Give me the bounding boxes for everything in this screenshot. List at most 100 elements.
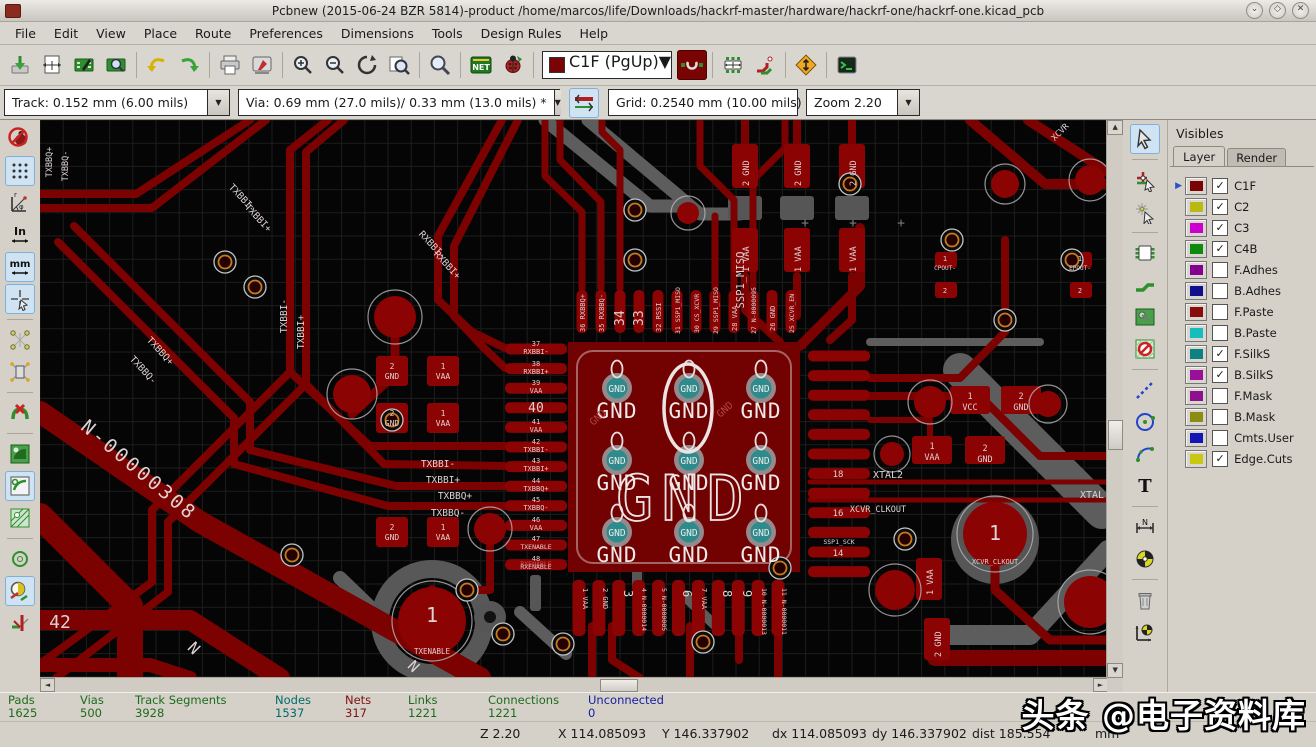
- tab-layer[interactable]: Layer: [1173, 146, 1226, 166]
- layer-row-f-silks[interactable]: ✓ F.SilkS: [1170, 343, 1314, 364]
- layer-visibility-checkbox[interactable]: [1212, 408, 1229, 425]
- tool-undo-icon[interactable]: [142, 50, 172, 80]
- layer-visibility-checkbox[interactable]: ✓: [1212, 240, 1229, 257]
- tool-add-zone-icon[interactable]: [1130, 302, 1160, 332]
- tool-set-origin-icon[interactable]: [1130, 617, 1160, 647]
- layer-visibility-checkbox[interactable]: [1212, 324, 1229, 341]
- via-size-select[interactable]: Via: 0.69 mm (27.0 mils)/ 0.33 mm (13.0 …: [238, 89, 561, 116]
- tool-highlight-net-icon[interactable]: [1130, 165, 1160, 195]
- tool-add-circle-icon[interactable]: [1130, 407, 1160, 437]
- tool-print-icon[interactable]: [215, 50, 245, 80]
- auto-track-width-button[interactable]: [569, 87, 599, 118]
- layer-visibility-checkbox[interactable]: ✓: [1212, 450, 1229, 467]
- layer-row-b-mask[interactable]: B.Mask: [1170, 406, 1314, 427]
- vertical-scrollbar[interactable]: ▲ ▼: [1106, 120, 1124, 678]
- layer-color-swatch[interactable]: [1185, 218, 1208, 237]
- layer-color-swatch[interactable]: [1185, 365, 1208, 384]
- tool-high-contrast-icon[interactable]: [4, 576, 35, 606]
- menu-item-edit[interactable]: Edit: [45, 24, 87, 43]
- vscroll-thumb[interactable]: [1108, 420, 1124, 450]
- maximize-button[interactable]: ◇: [1269, 2, 1286, 19]
- scroll-left-icon[interactable]: ◄: [39, 678, 55, 692]
- menu-item-preferences[interactable]: Preferences: [240, 24, 332, 43]
- tool-auto-delete-track-icon[interactable]: [5, 398, 35, 428]
- tool-grid-visibility-icon[interactable]: [4, 156, 35, 186]
- tool-delete-item-icon[interactable]: [1130, 585, 1160, 615]
- chevron-down-icon[interactable]: ▼: [659, 52, 671, 78]
- chevron-down-icon[interactable]: ▼: [897, 90, 919, 115]
- tool-redo-icon[interactable]: [174, 50, 204, 80]
- layer-color-swatch[interactable]: [1185, 323, 1208, 342]
- tool-add-track-icon[interactable]: [1130, 270, 1160, 300]
- tool-find-icon[interactable]: [425, 50, 455, 80]
- layer-color-swatch[interactable]: [1185, 386, 1208, 405]
- layer-color-swatch[interactable]: [1185, 344, 1208, 363]
- layer-color-swatch[interactable]: [1185, 281, 1208, 300]
- tool-add-graphic-line-icon[interactable]: [1130, 375, 1160, 405]
- tool-footprint-mode-icon[interactable]: [718, 50, 748, 80]
- menu-item-design-rules[interactable]: Design Rules: [472, 24, 571, 43]
- layer-row-b-silks[interactable]: ✓ B.SilkS: [1170, 364, 1314, 385]
- tool-microwave-tools-icon[interactable]: [791, 50, 821, 80]
- layer-row-cmts-user[interactable]: Cmts.User: [1170, 427, 1314, 448]
- layer-color-swatch[interactable]: [1185, 449, 1208, 468]
- layer-visibility-checkbox[interactable]: [1212, 303, 1229, 320]
- layer-visibility-checkbox[interactable]: ✓: [1212, 366, 1229, 383]
- tool-add-footprint-icon[interactable]: [1130, 238, 1160, 268]
- tab-render[interactable]: Render: [1227, 148, 1287, 166]
- tool-route-edit-icon[interactable]: [5, 608, 35, 638]
- tool-pads-sketch-icon[interactable]: [5, 544, 35, 574]
- menu-item-tools[interactable]: Tools: [423, 24, 472, 43]
- tool-drc-off-icon[interactable]: [5, 124, 35, 154]
- tool-units-inch-icon[interactable]: In: [5, 220, 35, 250]
- zoom-select[interactable]: Zoom 2.20 ▼: [806, 89, 920, 116]
- tool-module-editor-icon[interactable]: [69, 50, 99, 80]
- tool-zoom-fit-icon[interactable]: [384, 50, 414, 80]
- tool-page-settings-icon[interactable]: [37, 50, 67, 80]
- tool-ratsnest-visibility-icon[interactable]: [5, 325, 35, 355]
- tool-zones-no-fill-icon[interactable]: [5, 503, 35, 533]
- tool-zoom-in-icon[interactable]: [288, 50, 318, 80]
- menu-item-file[interactable]: File: [6, 24, 45, 43]
- tool-add-text-icon[interactable]: T: [1130, 471, 1160, 501]
- tool-track-mode-icon[interactable]: [750, 50, 780, 80]
- layer-visibility-checkbox[interactable]: ✓: [1212, 198, 1229, 215]
- menu-item-route[interactable]: Route: [186, 24, 240, 43]
- menu-item-dimensions[interactable]: Dimensions: [332, 24, 423, 43]
- layer-color-swatch[interactable]: [1185, 302, 1208, 321]
- layer-row-c3[interactable]: ✓ C3: [1170, 217, 1314, 238]
- layer-visibility-checkbox[interactable]: ✓: [1212, 177, 1229, 194]
- menu-item-help[interactable]: Help: [571, 24, 618, 43]
- tool-add-dimension-icon[interactable]: N: [1130, 512, 1160, 542]
- layer-row-b-paste[interactable]: B.Paste: [1170, 322, 1314, 343]
- layer-row-f-adhes[interactable]: F.Adhes: [1170, 259, 1314, 280]
- tool-zoom-redraw-icon[interactable]: [352, 50, 382, 80]
- tool-via-color-icon[interactable]: [677, 50, 708, 80]
- tool-units-mm-icon[interactable]: mm: [4, 252, 35, 282]
- layer-row-c4b[interactable]: ✓ C4B: [1170, 238, 1314, 259]
- layer-selector[interactable]: C1F (PgUp) ▼: [542, 51, 673, 79]
- minimize-button[interactable]: ⌄: [1246, 2, 1263, 19]
- layer-row-c2[interactable]: ✓ C2: [1170, 196, 1314, 217]
- tool-zones-filled-icon[interactable]: [5, 439, 35, 469]
- tool-module-ratsnest-icon[interactable]: [5, 357, 35, 387]
- scroll-up-icon[interactable]: ▲: [1107, 120, 1124, 135]
- tool-local-ratsnest-icon[interactable]: [1130, 197, 1160, 227]
- chevron-down-icon[interactable]: ▼: [207, 90, 229, 115]
- scroll-down-icon[interactable]: ▼: [1107, 663, 1124, 678]
- menu-item-place[interactable]: Place: [135, 24, 186, 43]
- tool-zones-outline-icon[interactable]: [4, 471, 35, 501]
- grid-select[interactable]: Grid: 0.2540 mm (10.00 mils) ▼: [608, 89, 816, 116]
- layer-row-c1f[interactable]: ▶ ✓ C1F: [1170, 175, 1314, 196]
- chevron-down-icon[interactable]: ▼: [553, 90, 561, 115]
- layer-visibility-checkbox[interactable]: ✓: [1212, 345, 1229, 362]
- tool-polar-coords-icon[interactable]: rφ: [5, 188, 35, 218]
- tool-plot-icon[interactable]: [247, 50, 277, 80]
- layer-visibility-checkbox[interactable]: [1212, 282, 1229, 299]
- layer-color-swatch[interactable]: [1185, 260, 1208, 279]
- layer-row-edge-cuts[interactable]: ✓ Edge.Cuts: [1170, 448, 1314, 469]
- close-button[interactable]: ✕: [1292, 2, 1309, 19]
- tool-save-icon[interactable]: [5, 50, 35, 80]
- tool-zoom-out-icon[interactable]: [320, 50, 350, 80]
- layer-visibility-checkbox[interactable]: [1212, 387, 1229, 404]
